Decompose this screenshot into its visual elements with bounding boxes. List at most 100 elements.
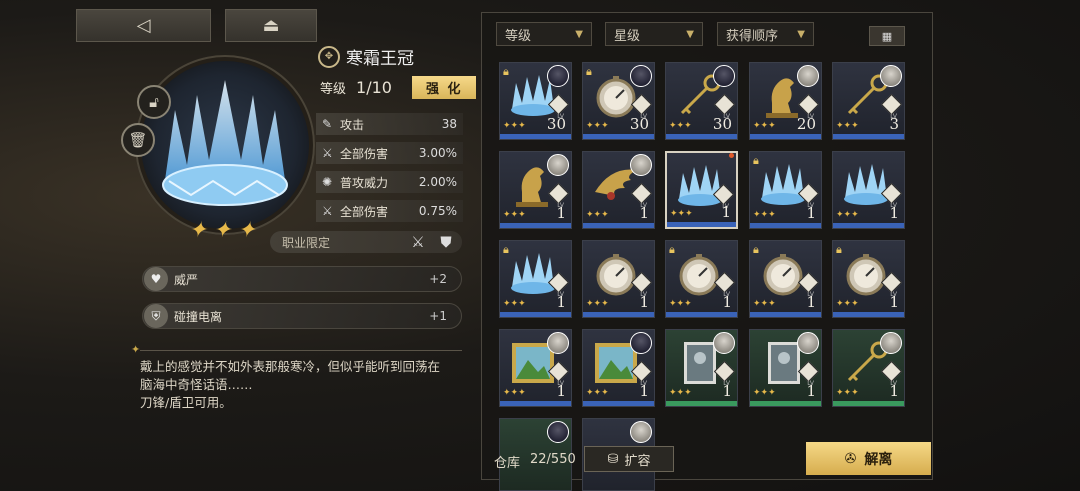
- inventory-slot[interactable]: LV ✦✦✦ 1: [749, 329, 822, 407]
- inventory-slot[interactable]: 🔒︎ LV ✦✦✦ 1: [749, 240, 822, 318]
- inventory-slot[interactable]: 🔒︎ LV ✦✦✦ 1: [749, 151, 822, 229]
- rarity-stars: ✦✦✦: [586, 121, 609, 131]
- item-count: 1: [639, 382, 649, 400]
- item-count: 1: [639, 293, 649, 311]
- rarity-bar: [750, 134, 821, 139]
- lock-icon: 🔒︎: [836, 243, 842, 256]
- inventory-slot[interactable]: LV ✦✦✦ 1: [582, 151, 655, 229]
- inventory-slot[interactable]: LV ✦✦✦ 30: [665, 62, 738, 140]
- rarity-bar: [583, 312, 654, 317]
- rarity-bar: [833, 312, 904, 317]
- character-avatar-icon: [630, 332, 652, 354]
- lock-icon: 🔒︎: [753, 154, 759, 167]
- item-count: 1: [722, 293, 732, 311]
- inventory-slot[interactable]: 🔒︎ LV ✦✦✦ 1: [832, 240, 905, 318]
- rarity-bar: [750, 312, 821, 317]
- stat-name: 攻击: [340, 117, 365, 132]
- inventory-slot[interactable]: LV ✦✦✦ 1: [832, 329, 905, 407]
- rarity-stars: ✦✦✦: [186, 218, 267, 243]
- item-count: 1: [556, 293, 566, 311]
- stat-row: ⚔ 全部伤害 3.00%: [316, 142, 463, 164]
- rarity-bar: [583, 401, 654, 406]
- inventory-slot[interactable]: LV ✦✦✦ 20: [749, 62, 822, 140]
- back-button[interactable]: ◁: [76, 9, 211, 42]
- character-avatar-icon: [630, 154, 652, 176]
- inventory-slot[interactable]: 🔒︎ LV ✦✦✦ 1: [665, 240, 738, 318]
- inventory-slot[interactable]: LV ✦✦✦ 1: [499, 151, 572, 229]
- grid-icon: ▦: [881, 29, 893, 43]
- filter-level-label: 等级: [505, 28, 532, 44]
- item-count: 1: [721, 203, 731, 221]
- trait-row[interactable]: ⛨ 碰撞电离 +1: [142, 303, 462, 329]
- filter-level-dropdown[interactable]: 等级 ▼: [496, 22, 592, 46]
- item-count: 1: [806, 204, 816, 222]
- inventory-slot[interactable]: LV ✦✦✦ 1: [665, 329, 738, 407]
- dismantle-button[interactable]: ✇ 解离: [806, 442, 931, 475]
- item-count: 3: [889, 115, 899, 133]
- job-restriction-row[interactable]: 职业限定 ⚔ ⛊: [270, 231, 462, 253]
- dismantle-icon: ✇: [844, 450, 857, 467]
- item-count: 1: [889, 293, 899, 311]
- rarity-bar: [583, 223, 654, 228]
- trait-row[interactable]: ♥ 威严 +2: [142, 266, 462, 292]
- rarity-stars: ✦✦✦: [836, 121, 859, 131]
- inventory-slot[interactable]: LV ✦✦✦ 1: [665, 151, 738, 229]
- inventory-slot[interactable]: 🔒︎ LV ✦✦✦ 1: [499, 240, 572, 318]
- inventory-slot[interactable]: LV ✦✦✦ 1: [832, 151, 905, 229]
- blade-class-icon: ⚔: [411, 233, 425, 251]
- damage-icon: ⚔: [322, 204, 333, 218]
- trait-value: +2: [429, 272, 447, 286]
- rarity-bar: [666, 401, 737, 406]
- filter-order-dropdown[interactable]: 获得顺序 ▼: [717, 22, 814, 46]
- item-count: 1: [889, 204, 899, 222]
- expand-button[interactable]: ⛁ 扩容: [584, 446, 674, 472]
- character-avatar-icon: [547, 65, 569, 87]
- filter-order-label: 获得顺序: [726, 28, 779, 44]
- inventory-slot[interactable]: LV ✦✦✦ 1: [582, 240, 655, 318]
- rarity-stars: ✦✦✦: [836, 299, 859, 309]
- inventory-slot[interactable]: LV ✦✦✦ 3: [832, 62, 905, 140]
- home-button[interactable]: ⏏: [225, 9, 317, 42]
- grid-view-button[interactable]: ▦: [869, 26, 905, 46]
- filter-star-dropdown[interactable]: 星级 ▼: [605, 22, 703, 46]
- character-avatar-icon: [547, 421, 569, 443]
- lock-icon: 🔒︎: [503, 65, 509, 78]
- item-count: 1: [806, 293, 816, 311]
- dropdown-arrow-icon: ▼: [797, 28, 805, 40]
- item-count: 30: [629, 115, 649, 133]
- divider: [140, 350, 462, 351]
- delete-button[interactable]: 🗑︎: [121, 123, 155, 157]
- item-count: 1: [639, 204, 649, 222]
- rarity-stars: ✦✦✦: [836, 388, 859, 398]
- item-title-row: ✥ 寒霜王冠: [318, 44, 414, 69]
- rarity-bar: [500, 134, 571, 139]
- compass-icon: [841, 251, 891, 297]
- rarity-bar: [833, 223, 904, 228]
- rarity-stars: ✦✦✦: [586, 388, 609, 398]
- inventory-slot[interactable]: 🔒︎ LV ✦✦✦ 30: [499, 62, 572, 140]
- rarity-stars: ✦✦✦: [669, 299, 692, 309]
- inventory-slot[interactable]: LV ✦✦✦ 1: [582, 329, 655, 407]
- character-avatar-icon: [797, 332, 819, 354]
- inventory-slot[interactable]: 🔒︎ LV ✦✦✦ 30: [582, 62, 655, 140]
- lock-button[interactable]: 🔓︎: [137, 85, 171, 119]
- item-count: 1: [806, 382, 816, 400]
- rarity-bar: [667, 222, 736, 227]
- guard-class-icon: ⛊: [440, 233, 452, 251]
- filter-star-label: 星级: [614, 28, 641, 44]
- character-avatar-icon: [630, 421, 652, 443]
- sword-icon: ✎: [322, 117, 333, 131]
- item-count: 1: [889, 382, 899, 400]
- dropdown-arrow-icon: ▼: [575, 28, 583, 40]
- enhance-button[interactable]: 强 化: [411, 76, 477, 99]
- dropdown-arrow-icon: ▼: [686, 28, 694, 40]
- stat-value: 38: [441, 117, 457, 131]
- item-count: 30: [546, 115, 566, 133]
- rarity-bar: [750, 223, 821, 228]
- job-restriction-label: 职业限定: [282, 235, 331, 250]
- equipment-type-icon: ✥: [318, 45, 340, 68]
- stat-name: 全部伤害: [340, 204, 389, 219]
- inventory-slot[interactable]: LV ✦✦✦ 1: [499, 329, 572, 407]
- compass-icon: [758, 251, 808, 297]
- stat-name: 普攻威力: [340, 175, 389, 190]
